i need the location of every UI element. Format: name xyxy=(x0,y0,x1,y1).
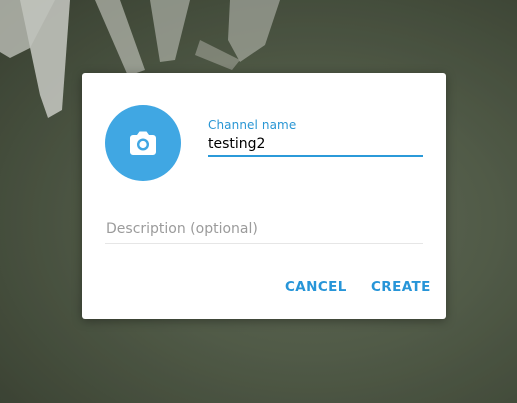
channel-name-input[interactable] xyxy=(208,135,423,157)
camera-icon xyxy=(130,131,156,155)
new-channel-dialog: Channel name CANCEL CREATE xyxy=(82,73,446,319)
description-input[interactable] xyxy=(105,218,423,244)
cancel-button[interactable]: CANCEL xyxy=(281,275,351,299)
channel-name-label: Channel name xyxy=(208,118,297,132)
create-button[interactable]: CREATE xyxy=(367,275,435,299)
channel-photo-button[interactable] xyxy=(105,105,181,181)
